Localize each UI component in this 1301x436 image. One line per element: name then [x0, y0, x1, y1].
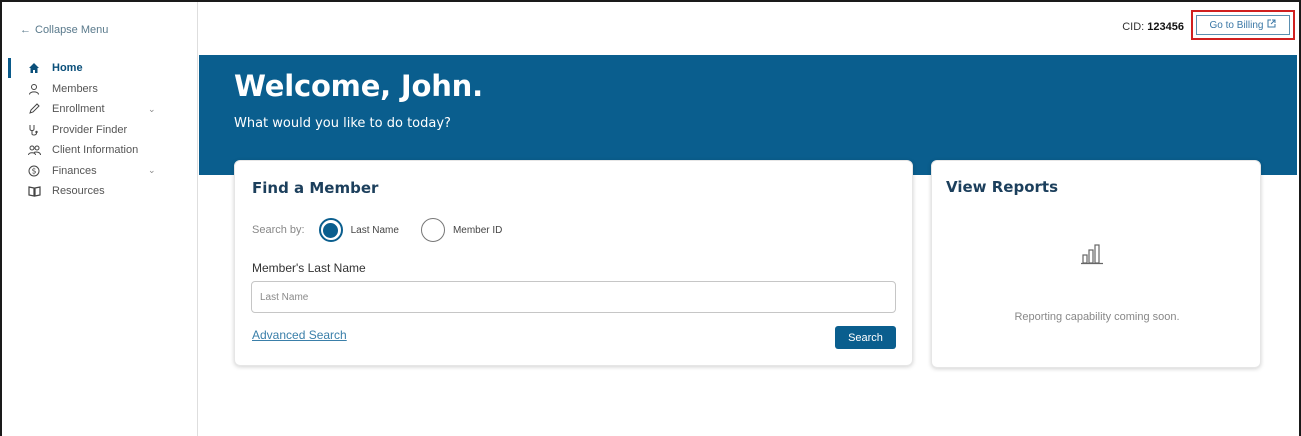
chevron-down-icon[interactable]: ⌄: [148, 104, 156, 115]
find-member-card: Find a Member Search by: Last Name Membe…: [234, 160, 913, 366]
reports-coming-soon-text: Reporting capability coming soon.: [1014, 311, 1180, 323]
member-id-radio[interactable]: [420, 218, 445, 242]
cid-label: CID:: [1122, 21, 1145, 33]
view-reports-card: View Reports Reporting capability coming…: [931, 160, 1261, 368]
last-name-radio-label[interactable]: Last Name: [351, 225, 399, 236]
search-by-label: Search by:: [252, 224, 305, 236]
billing-button-label: Go to Billing: [1209, 19, 1264, 31]
stethoscope-icon: [26, 124, 42, 136]
advanced-search-link[interactable]: Advanced Search: [252, 328, 347, 342]
last-name-field-label: Member's Last Name: [252, 261, 366, 275]
sidebar-item-finances[interactable]: $ Finances ⌄: [2, 161, 198, 182]
cid-display: CID: 123456: [1122, 21, 1184, 33]
sidebar-item-resources[interactable]: Resources: [2, 181, 198, 202]
search-button[interactable]: Search: [835, 326, 896, 349]
pencil-icon: [26, 103, 42, 115]
external-link-icon: [1267, 19, 1276, 31]
sidebar-item-enrollment[interactable]: Enrollment ⌄: [2, 99, 198, 120]
sidebar-item-label: Resources: [52, 185, 105, 198]
sidebar-item-label: Enrollment: [52, 103, 105, 116]
sidebar-item-label: Provider Finder: [52, 123, 128, 136]
svg-text:$: $: [32, 166, 37, 175]
bar-chart-icon: [1080, 241, 1106, 270]
collapse-menu-label: Collapse Menu: [35, 24, 109, 36]
view-reports-title: View Reports: [946, 178, 1059, 196]
home-icon: [26, 62, 42, 74]
find-member-title: Find a Member: [252, 179, 379, 197]
collapse-menu-button[interactable]: ← Collapse Menu: [20, 24, 108, 36]
radio-selected-dot: [323, 222, 339, 238]
go-to-billing-button[interactable]: Go to Billing: [1196, 15, 1290, 35]
chevron-down-icon[interactable]: ⌄: [148, 165, 156, 176]
group-icon: [26, 144, 42, 156]
last-name-radio[interactable]: [318, 218, 343, 242]
sidebar-item-provider-finder[interactable]: Provider Finder: [2, 120, 198, 141]
sidebar-item-label: Finances: [52, 164, 97, 177]
member-id-radio-label[interactable]: Member ID: [453, 225, 502, 236]
sidebar-item-label: Members: [52, 82, 98, 95]
page-subtitle: What would you like to do today?: [234, 116, 451, 131]
last-name-input[interactable]: [251, 281, 896, 313]
sidebar: ← Collapse Menu Home Members Enrollment …: [2, 2, 198, 436]
page-title: Welcome, John.: [234, 69, 483, 103]
dollar-circle-icon: $: [26, 165, 42, 177]
sidebar-item-label: Client Information: [52, 144, 139, 157]
top-bar: CID: 123456 Go to Billing: [199, 2, 1297, 55]
sidebar-item-home[interactable]: Home: [2, 58, 198, 79]
book-icon: [26, 186, 42, 197]
sidebar-nav: Home Members Enrollment ⌄ Provider Finde…: [2, 58, 198, 202]
search-by-group: Search by: Last Name Member ID: [252, 218, 502, 242]
sidebar-item-client-information[interactable]: Client Information: [2, 140, 198, 161]
arrow-left-icon: ←: [20, 24, 31, 36]
sidebar-item-label: Home: [52, 62, 83, 75]
cid-value: 123456: [1147, 21, 1184, 33]
welcome-banner: Welcome, John. What would you like to do…: [199, 55, 1297, 175]
sidebar-item-members[interactable]: Members: [2, 79, 198, 100]
person-icon: [26, 83, 42, 95]
